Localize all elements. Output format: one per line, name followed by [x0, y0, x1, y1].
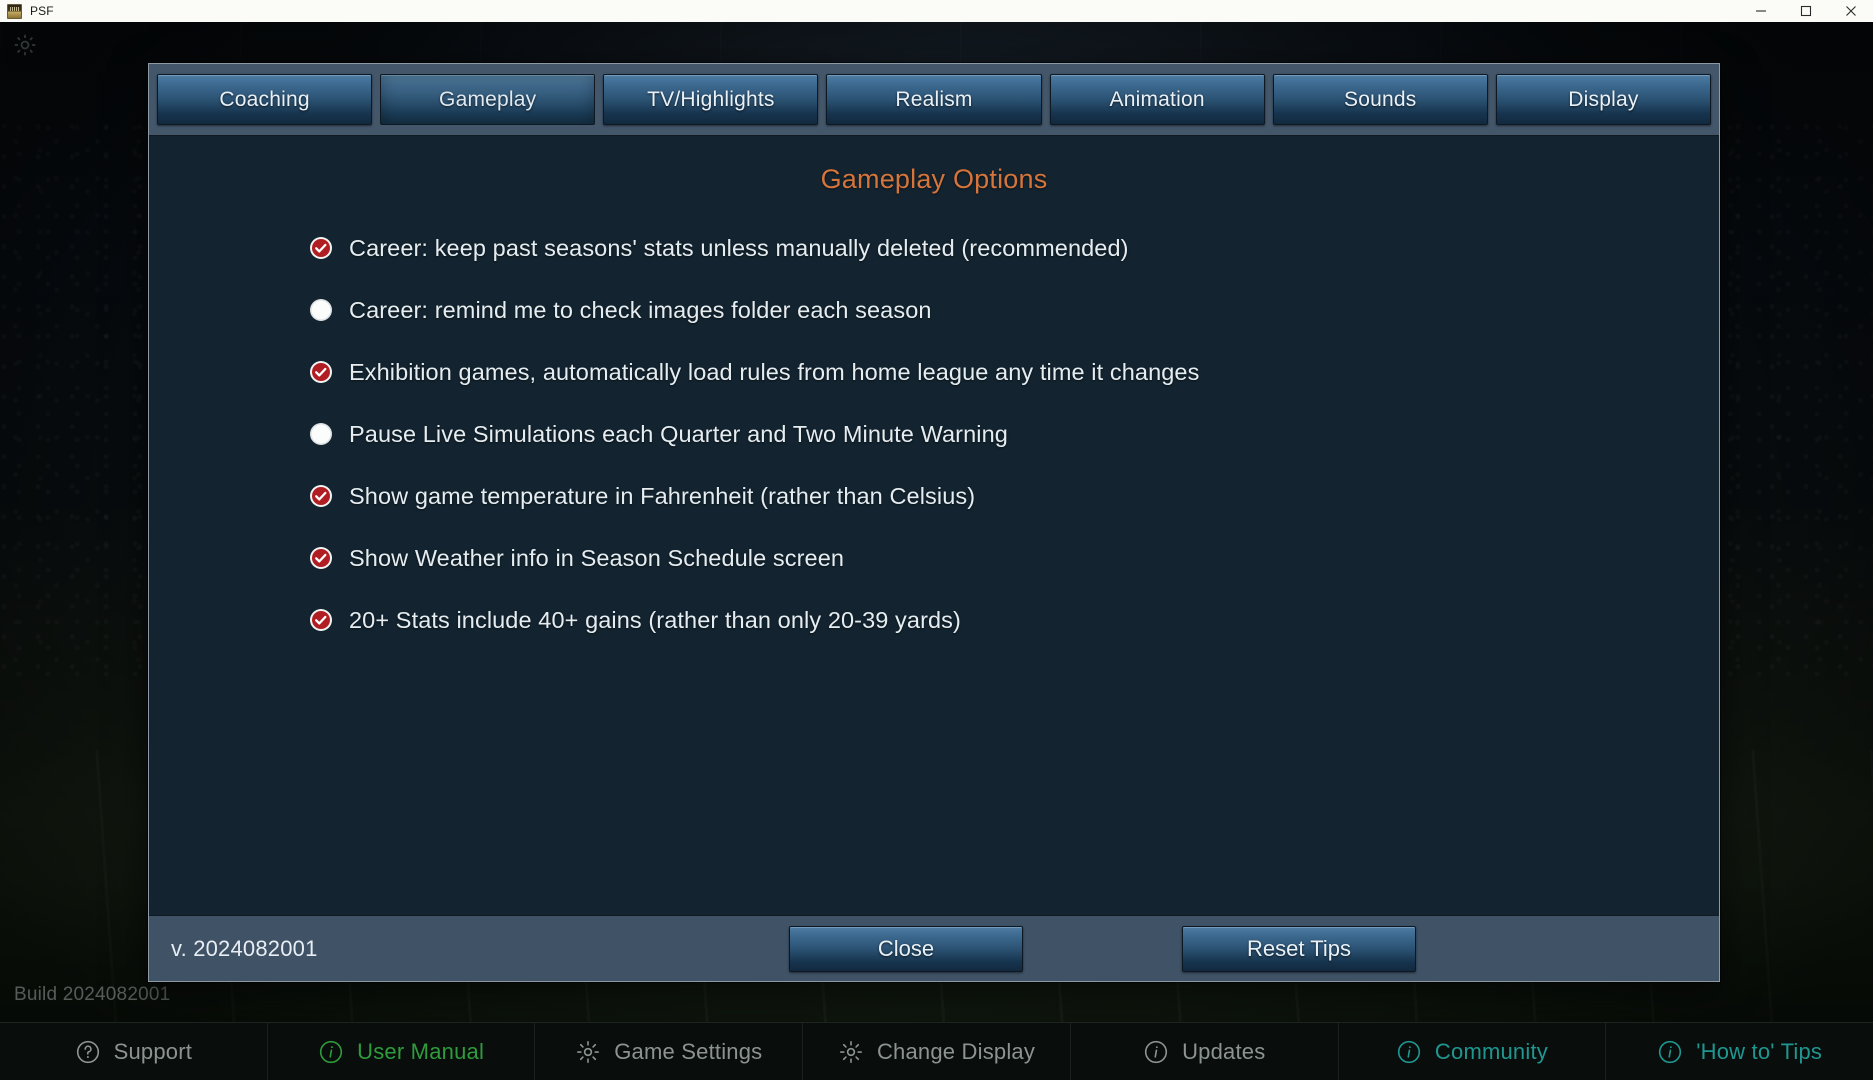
gameplay-options-dialog: Coaching Gameplay TV/Highlights Realism … — [148, 63, 1720, 982]
window-titlebar: PSF — [0, 0, 1873, 22]
checkbox-checked-icon[interactable] — [309, 484, 333, 508]
tab-animation[interactable]: Animation — [1049, 74, 1265, 125]
minimize-button[interactable] — [1738, 0, 1783, 22]
dialog-footer: v. 2024082001 Close Reset Tips — [149, 915, 1719, 981]
settings-tabstrip: Coaching Gameplay TV/Highlights Realism … — [149, 64, 1719, 136]
tab-realism[interactable]: Realism — [826, 74, 1042, 125]
checkbox-unchecked-icon[interactable] — [309, 298, 333, 322]
reset-tips-button[interactable]: Reset Tips — [1182, 925, 1416, 972]
option-label: Pause Live Simulations each Quarter and … — [349, 420, 1008, 447]
option-row-career-remind-images[interactable]: Career: remind me to check images folder… — [309, 279, 1689, 341]
option-row-pause-live-sims[interactable]: Pause Live Simulations each Quarter and … — [309, 403, 1689, 465]
info-circle-icon — [318, 1039, 344, 1065]
checkbox-checked-icon[interactable] — [309, 236, 333, 260]
option-row-temperature-fahrenheit[interactable]: Show game temperature in Fahrenheit (rat… — [309, 465, 1689, 527]
option-row-weather-info-schedule[interactable]: Show Weather info in Season Schedule scr… — [309, 527, 1689, 589]
tab-label: Gameplay — [439, 87, 537, 111]
toolbar-item-label: Change Display — [876, 1038, 1036, 1064]
app-root: Build 2024082001 PSF Coaching Gameplay T… — [0, 0, 1873, 1080]
toolbar-item-label: Game Settings — [614, 1038, 763, 1064]
bottom-toolbar: Support User Manual Game Settings Change… — [0, 1022, 1873, 1080]
tab-label: Display — [1568, 87, 1639, 111]
toolbar-item-label: User Manual — [357, 1038, 485, 1064]
info-circle-icon — [1143, 1039, 1169, 1065]
gear-icon — [838, 1039, 864, 1065]
info-circle-icon — [1657, 1039, 1683, 1065]
window-controls — [1738, 0, 1873, 22]
toolbar-item-support[interactable]: Support — [0, 1023, 268, 1080]
option-label: Career: keep past seasons' stats unless … — [349, 234, 1129, 261]
option-row-career-keep-stats[interactable]: Career: keep past seasons' stats unless … — [309, 217, 1689, 279]
dialog-body: Gameplay Options Career: keep past seaso… — [149, 136, 1719, 915]
page-title: Gameplay Options — [820, 164, 1048, 194]
build-version-text: Build 2024082001 — [14, 984, 171, 1005]
option-label: Exhibition games, automatically load rul… — [349, 358, 1200, 385]
tab-label: Animation — [1109, 87, 1205, 111]
toolbar-item-game-settings[interactable]: Game Settings — [535, 1023, 804, 1080]
option-row-20plus-stats[interactable]: 20+ Stats include 40+ gains (rather than… — [309, 589, 1689, 651]
option-label: 20+ Stats include 40+ gains (rather than… — [349, 606, 961, 633]
toolbar-item-community[interactable]: Community — [1339, 1023, 1607, 1080]
info-circle-icon — [1396, 1039, 1422, 1065]
toolbar-item-label: 'How to' Tips — [1696, 1038, 1823, 1064]
close-button-label: Close — [877, 935, 935, 961]
tab-sounds[interactable]: Sounds — [1272, 74, 1488, 125]
tab-gameplay[interactable]: Gameplay — [380, 74, 596, 125]
option-label: Show Weather info in Season Schedule scr… — [349, 544, 845, 571]
toolbar-item-user-manual[interactable]: User Manual — [268, 1023, 536, 1080]
tab-label: Coaching — [219, 87, 310, 111]
option-label: Show game temperature in Fahrenheit (rat… — [349, 482, 976, 509]
version-label: v. 2024082001 — [171, 935, 318, 961]
reset-tips-button-label: Reset Tips — [1247, 935, 1351, 961]
tab-label: TV/Highlights — [647, 87, 775, 111]
options-list: Career: keep past seasons' stats unless … — [149, 217, 1719, 651]
window-title: PSF — [30, 4, 54, 18]
toolbar-item-updates[interactable]: Updates — [1071, 1023, 1339, 1080]
checkbox-checked-icon[interactable] — [309, 360, 333, 384]
tab-display[interactable]: Display — [1495, 74, 1711, 125]
toolbar-item-how-to-tips[interactable]: 'How to' Tips — [1606, 1023, 1873, 1080]
close-button[interactable]: Close — [789, 925, 1023, 972]
toolbar-item-label: Updates — [1182, 1038, 1266, 1064]
tab-coaching[interactable]: Coaching — [157, 74, 373, 125]
question-circle-icon — [75, 1039, 101, 1065]
tab-tv-highlights[interactable]: TV/Highlights — [603, 74, 819, 125]
tab-label: Sounds — [1344, 87, 1417, 111]
tab-label: Realism — [895, 87, 973, 111]
gear-icon — [575, 1039, 601, 1065]
checkbox-unchecked-icon[interactable] — [309, 422, 333, 446]
toolbar-item-label: Support — [113, 1038, 193, 1064]
app-icon — [7, 3, 22, 19]
option-label: Career: remind me to check images folder… — [349, 296, 932, 323]
maximize-button[interactable] — [1783, 0, 1828, 22]
option-row-exhibition-load-rules[interactable]: Exhibition games, automatically load rul… — [309, 341, 1689, 403]
checkbox-checked-icon[interactable] — [309, 608, 333, 632]
toolbar-item-label: Community — [1434, 1038, 1548, 1064]
close-button[interactable] — [1828, 0, 1873, 22]
toolbar-item-change-display[interactable]: Change Display — [803, 1023, 1071, 1080]
checkbox-checked-icon[interactable] — [309, 546, 333, 570]
gear-icon — [12, 32, 38, 58]
